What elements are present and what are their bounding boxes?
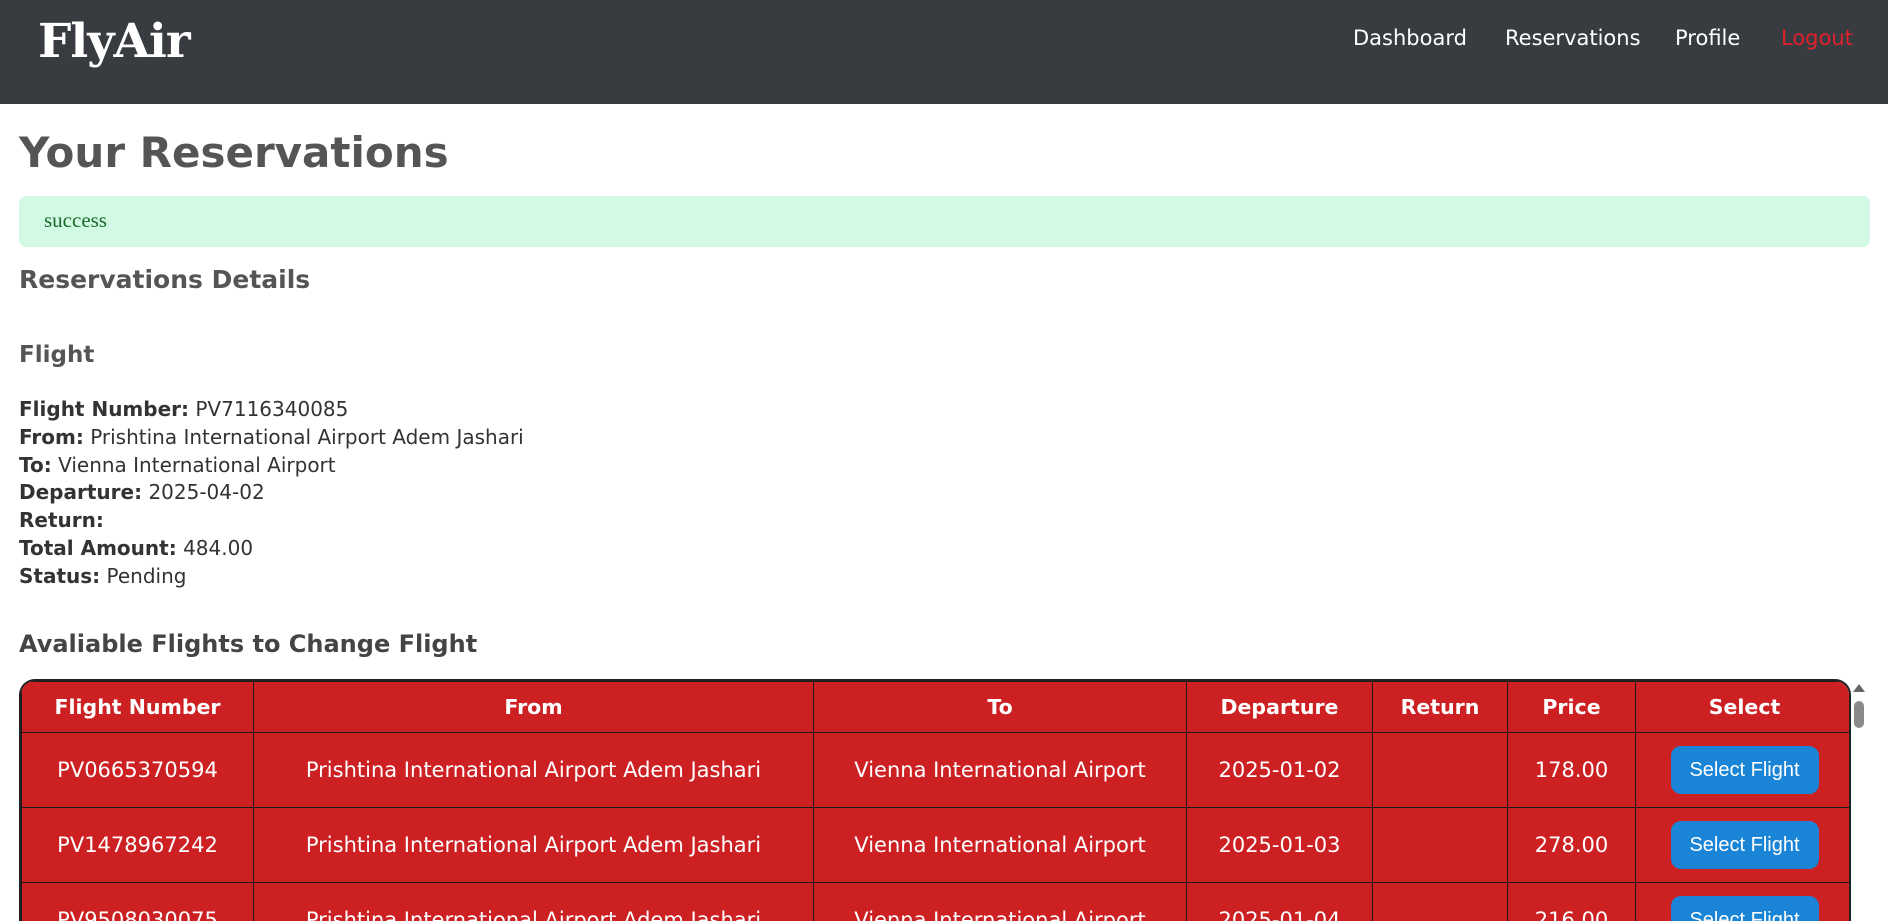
available-flights-heading: Avaliable Flights to Change Flight: [19, 630, 478, 658]
cell-from: Prishtina International Airport Adem Jas…: [253, 807, 814, 883]
table-header-row: Flight Number From To Departure Return P…: [21, 681, 1849, 733]
scrollbar-thumb[interactable]: [1854, 701, 1864, 728]
cell-select: Select Flight: [1635, 732, 1849, 808]
cell-flight-number: PV0665370594: [21, 732, 254, 808]
detail-departure: Departure: 2025-04-02: [19, 480, 265, 505]
cell-departure: 2025-01-04: [1186, 882, 1373, 921]
flight-heading: Flight: [19, 342, 95, 368]
select-flight-button[interactable]: Select Flight: [1670, 821, 1819, 869]
cell-price: 178.00: [1507, 732, 1636, 808]
column-header: Departure: [1186, 681, 1373, 733]
alert-message: success: [44, 208, 107, 232]
detail-status: Status: Pending: [19, 563, 187, 588]
nav-link-profile[interactable]: Profile: [1675, 26, 1740, 50]
column-header: To: [813, 681, 1187, 733]
cell-return: [1372, 882, 1508, 921]
reservation-details: Flight Number: PV7116340085 From: Prisht…: [19, 396, 524, 591]
brand-logo[interactable]: FlyAir: [38, 14, 191, 69]
select-flight-button[interactable]: Select Flight: [1670, 896, 1819, 921]
detail-to: To: Vienna International Airport: [19, 452, 336, 477]
column-header: Flight Number: [21, 681, 254, 733]
table-row: PV0665370594 Prishtina International Air…: [21, 732, 1849, 808]
cell-to: Vienna International Airport: [813, 732, 1187, 808]
nav-link-logout[interactable]: Logout: [1781, 26, 1853, 50]
detail-from: From: Prishtina International Airport Ad…: [19, 424, 524, 449]
cell-departure: 2025-01-03: [1186, 807, 1373, 883]
nav-link-reservations[interactable]: Reservations: [1505, 26, 1641, 50]
column-header: Price: [1507, 681, 1636, 733]
scroll-up-arrow-icon[interactable]: [1853, 684, 1865, 692]
table-row: PV1478967242 Prishtina International Air…: [21, 807, 1849, 883]
cell-price: 278.00: [1507, 807, 1636, 883]
cell-flight-number: PV1478967242: [21, 807, 254, 883]
cell-price: 216.00: [1507, 882, 1636, 921]
cell-return: [1372, 732, 1508, 808]
reservations-details-heading: Reservations Details: [19, 265, 311, 294]
nav-link-dashboard[interactable]: Dashboard: [1353, 26, 1467, 50]
table-row: PV9508030075 Prishtina International Air…: [21, 882, 1849, 921]
cell-from: Prishtina International Airport Adem Jas…: [253, 732, 814, 808]
cell-to: Vienna International Airport: [813, 882, 1187, 921]
available-flights-table-container[interactable]: Flight Number From To Departure Return P…: [19, 679, 1851, 921]
column-header: From: [253, 681, 814, 733]
detail-total-amount: Total Amount: 484.00: [19, 535, 254, 560]
column-header: Return: [1372, 681, 1508, 733]
success-alert: success: [19, 196, 1870, 247]
cell-departure: 2025-01-02: [1186, 732, 1373, 808]
column-header: Select: [1635, 681, 1849, 733]
select-flight-button[interactable]: Select Flight: [1670, 746, 1819, 794]
page-title: Your Reservations: [19, 128, 449, 177]
navbar: FlyAir Dashboard Reservations Profile Lo…: [0, 0, 1888, 104]
cell-select: Select Flight: [1635, 882, 1849, 921]
cell-select: Select Flight: [1635, 807, 1849, 883]
detail-flight-number: Flight Number: PV7116340085: [19, 397, 349, 421]
cell-flight-number: PV9508030075: [21, 882, 254, 921]
available-flights-table: Flight Number From To Departure Return P…: [21, 681, 1849, 921]
detail-return: Return:: [19, 508, 104, 533]
cell-from: Prishtina International Airport Adem Jas…: [253, 882, 814, 921]
cell-return: [1372, 807, 1508, 883]
cell-to: Vienna International Airport: [813, 807, 1187, 883]
